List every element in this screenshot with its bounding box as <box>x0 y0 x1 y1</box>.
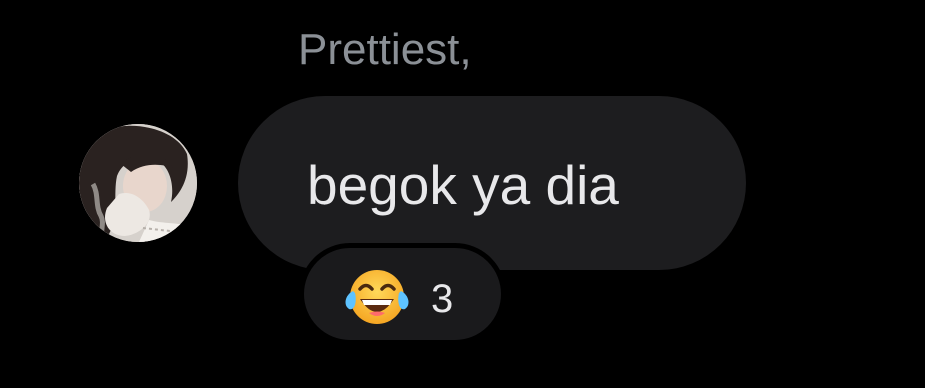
avatar-photo-icon <box>79 124 197 242</box>
sender-avatar[interactable] <box>79 124 197 242</box>
reaction-count: 3 <box>431 277 454 321</box>
sender-name: Prettiest, <box>298 25 472 74</box>
face-with-tears-of-joy-icon <box>343 265 411 329</box>
message-text: begok ya dia <box>307 154 619 216</box>
